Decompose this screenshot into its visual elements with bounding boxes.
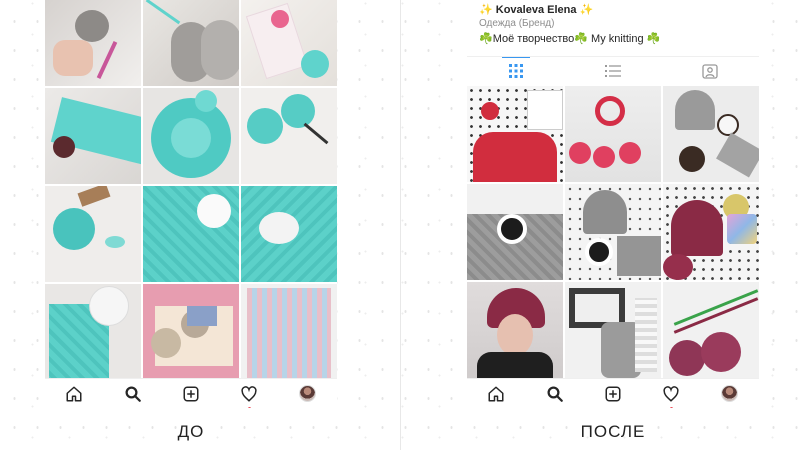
after-photo-grid [467,86,759,380]
photo-tile[interactable] [565,282,661,380]
photo-tile[interactable] [241,284,337,380]
before-photo-grid [45,0,337,380]
photo-tile[interactable] [467,86,563,182]
photo-tile[interactable] [241,0,337,86]
heart-icon[interactable] [659,382,683,408]
photo-tile[interactable] [663,184,759,280]
bottom-nav [45,378,337,408]
profile-tabs [467,56,759,84]
bottom-nav [467,378,759,408]
photo-tile[interactable] [45,0,141,86]
photo-tile[interactable] [663,86,759,182]
search-icon[interactable] [543,382,567,406]
photo-tile[interactable] [663,282,759,380]
after-caption: ПОСЛЕ [580,422,646,441]
photo-tile[interactable] [565,86,661,182]
photo-tile[interactable] [241,88,337,184]
photo-tile[interactable] [565,184,661,280]
add-post-icon[interactable] [601,382,625,406]
notification-dot [247,406,251,408]
home-icon[interactable] [484,382,508,406]
profile-bio: ☘️Моё творчество☘️ My knitting ☘️ [479,33,661,45]
photo-tile[interactable] [467,282,563,380]
profile-avatar[interactable] [718,382,742,406]
profile-header: ✨ Kovaleva Elena ✨ Одежда (Бренд) ☘️Моё … [467,0,759,52]
grid-icon[interactable] [501,57,530,83]
heart-icon[interactable] [237,382,261,408]
search-icon[interactable] [121,382,145,406]
photo-tile[interactable] [467,184,563,280]
list-icon[interactable] [599,58,627,84]
photo-tile[interactable] [143,284,239,380]
before-caption: ДО [177,422,205,441]
notification-dot [669,406,673,408]
photo-tile[interactable] [241,186,337,282]
photo-tile[interactable] [143,0,239,86]
before-feed-screenshot [45,0,337,408]
center-divider [400,0,401,450]
profile-avatar[interactable] [296,382,320,406]
add-post-icon[interactable] [179,382,203,406]
tagged-icon[interactable] [696,58,724,84]
after-profile-screenshot: ✨ Kovaleva Elena ✨ Одежда (Бренд) ☘️Моё … [467,0,759,408]
profile-category: Одежда (Бренд) [479,18,555,29]
photo-tile[interactable] [45,88,141,184]
photo-tile[interactable] [143,186,239,282]
photo-tile[interactable] [45,284,141,380]
photo-tile[interactable] [143,88,239,184]
photo-tile[interactable] [45,186,141,282]
profile-name: ✨ Kovaleva Elena ✨ [479,4,594,16]
home-icon[interactable] [62,382,86,406]
